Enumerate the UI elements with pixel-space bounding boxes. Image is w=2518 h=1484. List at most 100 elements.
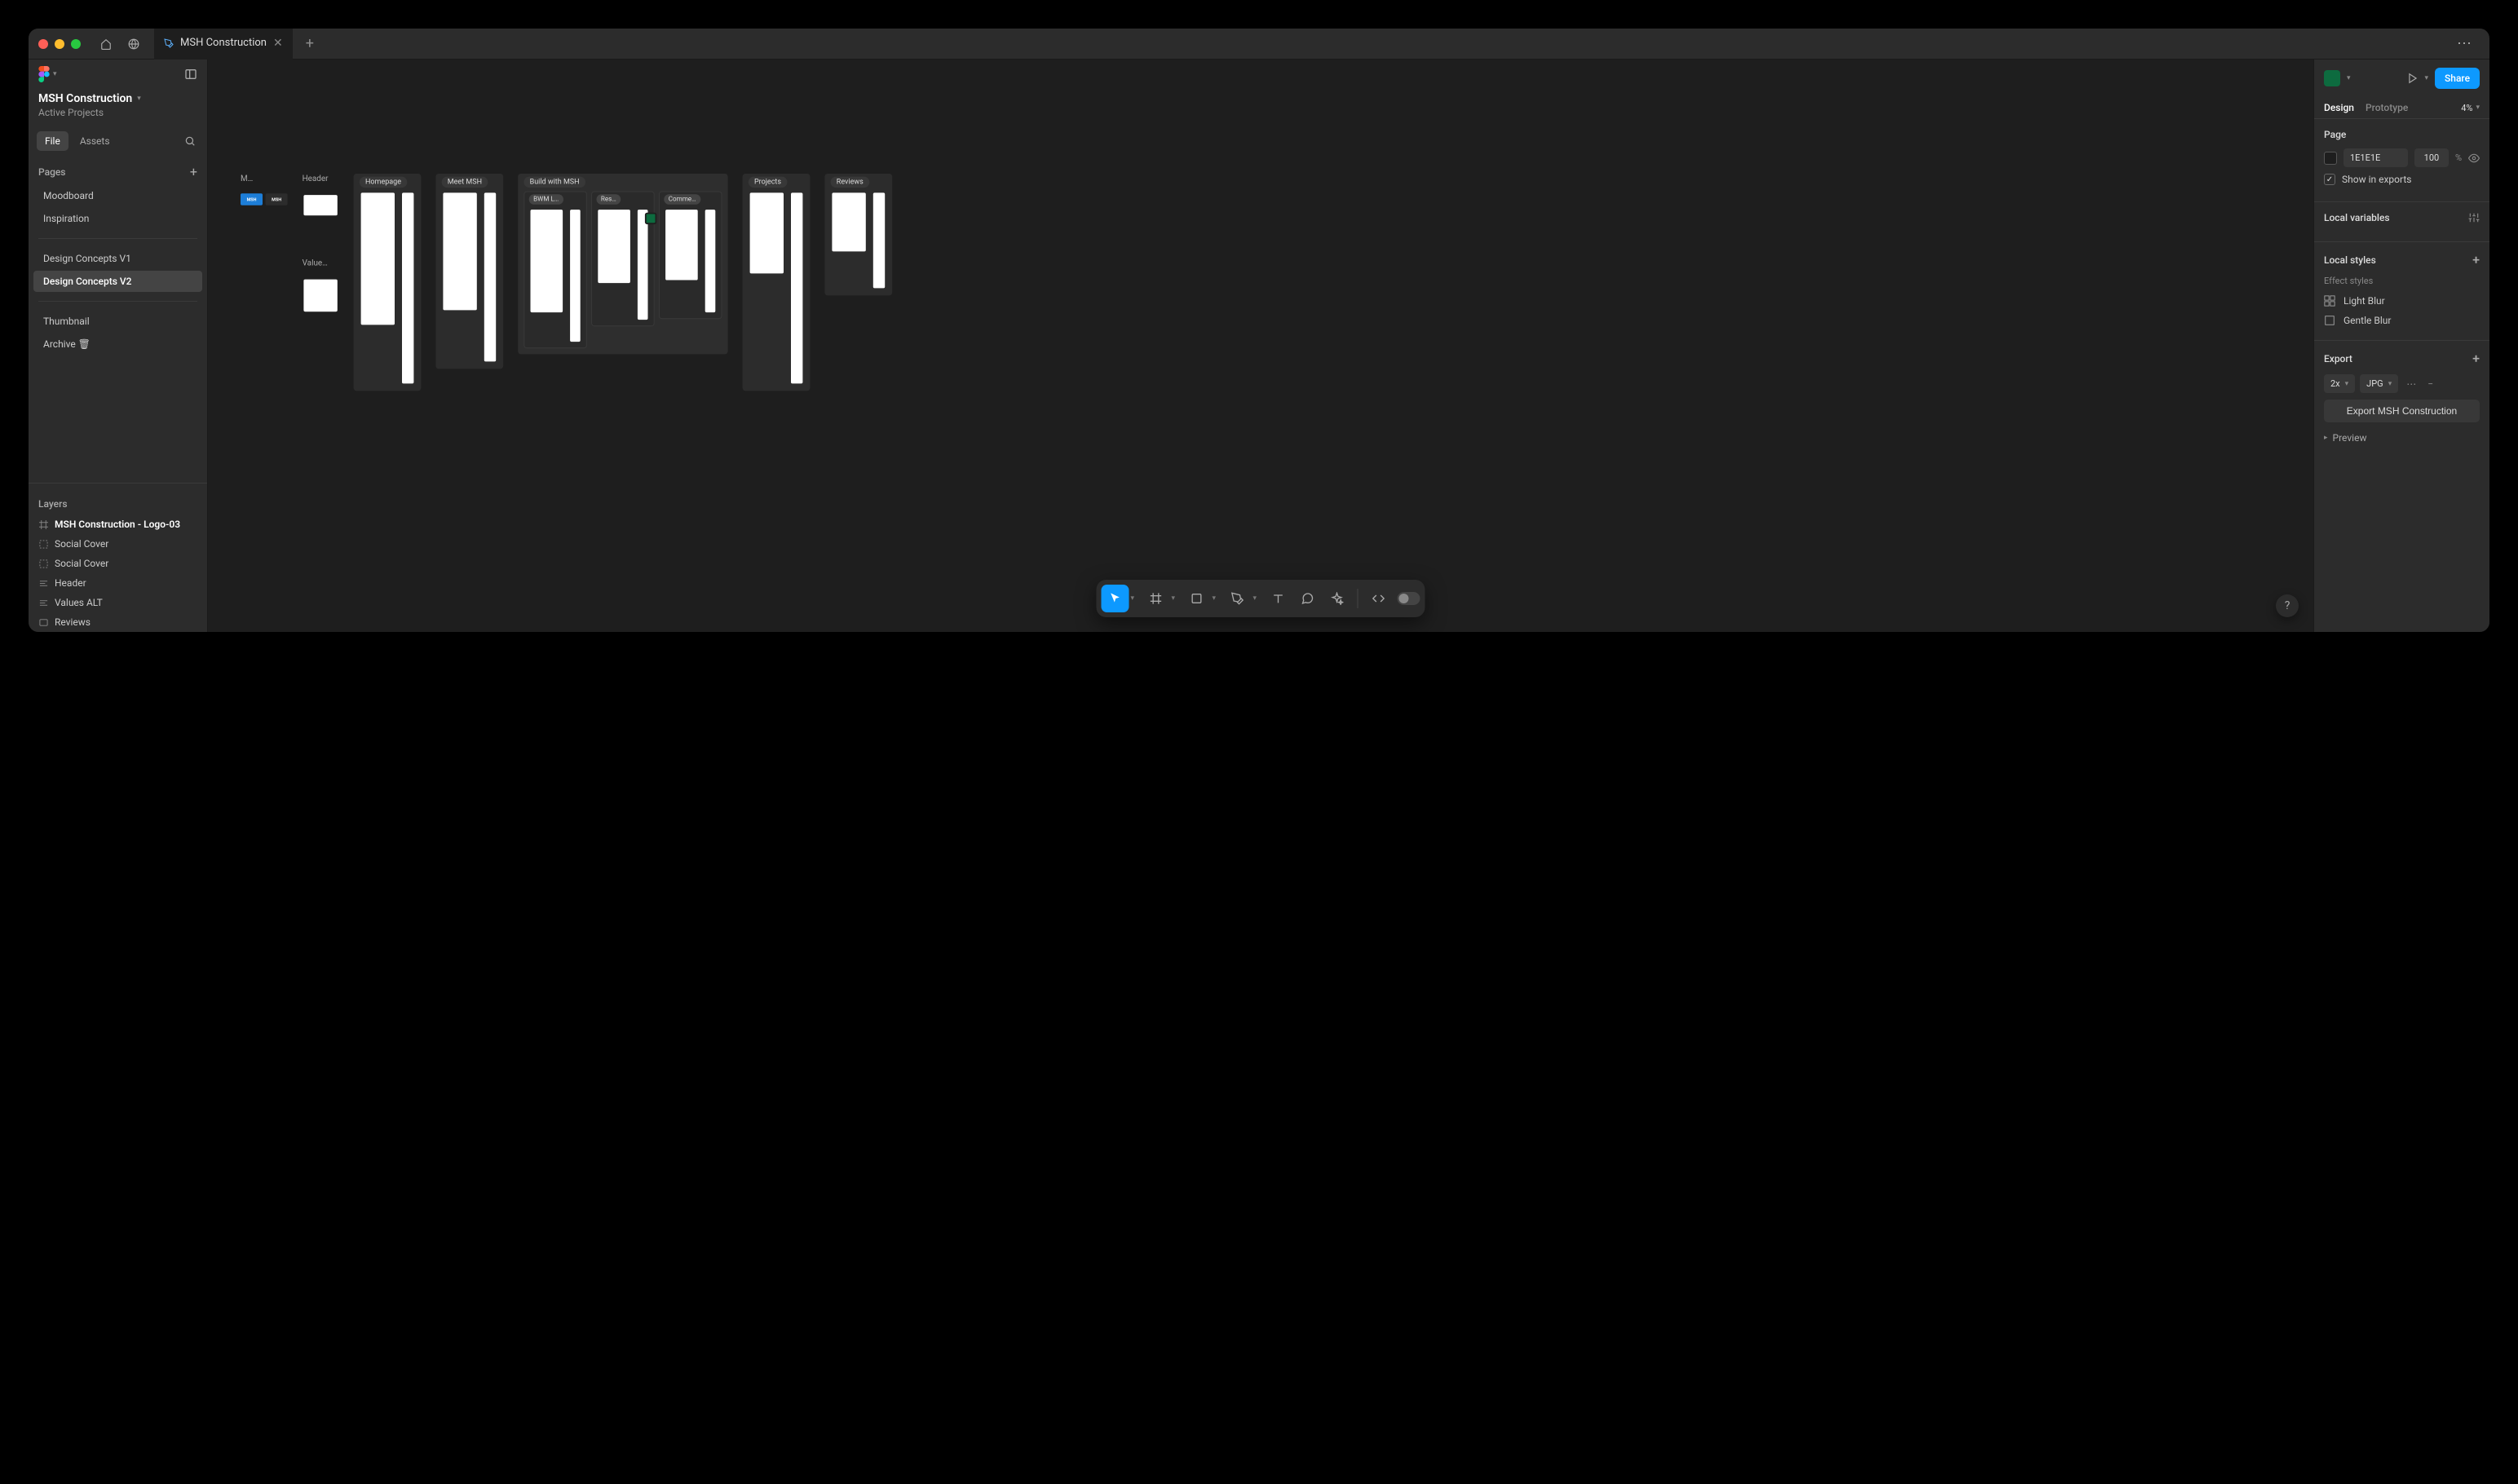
- file-tab[interactable]: MSH Construction ✕: [154, 29, 293, 60]
- export-options-button[interactable]: ⋯: [2403, 378, 2419, 390]
- frame-label[interactable]: Header: [303, 174, 339, 183]
- tool-move-chevron[interactable]: ▾: [1131, 594, 1141, 603]
- visibility-toggle[interactable]: [2468, 152, 2480, 164]
- frame-label[interactable]: M…: [241, 174, 288, 183]
- page-item[interactable]: Design Concepts V1: [33, 248, 202, 269]
- subsection-bwm[interactable]: BWM L…: [523, 192, 586, 349]
- layer-item[interactable]: Social Cover: [29, 554, 207, 573]
- add-page-button[interactable]: +: [190, 164, 197, 179]
- layer-item[interactable]: Social Cover: [29, 534, 207, 554]
- section-homepage[interactable]: Homepage: [354, 174, 422, 391]
- export-scale-select[interactable]: 2x▾: [2324, 374, 2355, 393]
- frame-label[interactable]: Value…: [303, 258, 339, 268]
- tool-shape-chevron[interactable]: ▾: [1213, 594, 1222, 603]
- tool-dev-mode[interactable]: [1365, 585, 1393, 612]
- tool-pen[interactable]: [1224, 585, 1252, 612]
- export-button[interactable]: Export MSH Construction: [2324, 400, 2480, 422]
- chevron-down-icon[interactable]: ▾: [2347, 74, 2351, 82]
- tab-design[interactable]: Design: [2324, 102, 2354, 113]
- section-projects[interactable]: Projects: [743, 174, 811, 391]
- section-reviews[interactable]: Reviews: [824, 174, 892, 295]
- frame-thumbnail[interactable]: [303, 280, 337, 312]
- dev-mode-toggle[interactable]: [1398, 592, 1420, 605]
- frame-thumbnail[interactable]: [484, 192, 496, 361]
- chevron-down-icon[interactable]: ▾: [2425, 74, 2429, 82]
- home-button[interactable]: [92, 33, 120, 55]
- preview-toggle[interactable]: ▸ Preview: [2324, 429, 2480, 447]
- window-menu-button[interactable]: ⋯: [2450, 35, 2480, 52]
- tool-shape[interactable]: [1183, 585, 1211, 612]
- tab-file[interactable]: File: [37, 131, 68, 151]
- frame-thumbnail[interactable]: [570, 210, 581, 342]
- tab-prototype[interactable]: Prototype: [2366, 102, 2408, 113]
- file-name-button[interactable]: MSH Construction ▾: [29, 89, 207, 107]
- canvas[interactable]: M… MSH MSH Header Value…: [208, 60, 2313, 632]
- collaborator-avatar[interactable]: [645, 213, 656, 224]
- add-style-button[interactable]: +: [2472, 252, 2480, 267]
- tool-frame[interactable]: [1142, 585, 1170, 612]
- new-tab-button[interactable]: +: [298, 35, 322, 52]
- page-bg-opacity-input[interactable]: 100: [2414, 148, 2449, 167]
- tab-close-button[interactable]: ✕: [273, 37, 283, 50]
- show-in-exports-checkbox[interactable]: [2324, 174, 2335, 185]
- page-bg-hex-input[interactable]: 1E1E1E: [2344, 148, 2408, 167]
- help-button[interactable]: ?: [2276, 594, 2299, 617]
- page-item[interactable]: Thumbnail: [33, 311, 202, 332]
- export-format-select[interactable]: JPG▾: [2360, 374, 2398, 393]
- variables-settings-button[interactable]: [2468, 212, 2480, 223]
- frame-thumbnail[interactable]: [873, 192, 885, 288]
- layer-item[interactable]: MSH Construction - Logo-03: [29, 515, 207, 534]
- frame-thumbnail[interactable]: [598, 210, 630, 283]
- pages-header[interactable]: Pages: [38, 166, 65, 178]
- present-button[interactable]: [2407, 73, 2419, 84]
- frame-thumbnail[interactable]: [303, 195, 337, 215]
- frame-thumbnail[interactable]: [665, 210, 698, 280]
- window-maximize-button[interactable]: [71, 39, 81, 49]
- frame-thumbnail[interactable]: [443, 192, 476, 310]
- export-remove-button[interactable]: −: [2424, 378, 2436, 390]
- panel-toggle-button[interactable]: [184, 68, 197, 81]
- frame-thumbnail[interactable]: [832, 192, 865, 251]
- project-name[interactable]: Active Projects: [29, 107, 207, 126]
- frame-thumbnail[interactable]: [638, 210, 648, 320]
- tab-assets[interactable]: Assets: [72, 131, 118, 151]
- style-item[interactable]: Gentle Blur: [2324, 311, 2480, 330]
- tool-frame-chevron[interactable]: ▾: [1172, 594, 1182, 603]
- share-button[interactable]: Share: [2435, 68, 2480, 89]
- style-item[interactable]: Light Blur: [2324, 291, 2480, 311]
- frame-logo-dark[interactable]: MSH: [266, 193, 288, 205]
- tool-actions[interactable]: [1323, 585, 1351, 612]
- layer-item[interactable]: Values ALT: [29, 593, 207, 612]
- window-close-button[interactable]: [38, 39, 48, 49]
- page-item-selected[interactable]: Design Concepts V2: [33, 271, 202, 292]
- page-bg-swatch[interactable]: [2324, 152, 2337, 165]
- page-item[interactable]: Archive 🗑: [33, 333, 202, 355]
- zoom-control[interactable]: 4% ▾: [2461, 103, 2480, 113]
- frame-thumbnail[interactable]: [402, 192, 413, 383]
- frame-logo-blue[interactable]: MSH: [241, 193, 263, 205]
- tool-text[interactable]: [1265, 585, 1292, 612]
- section-meet-msh[interactable]: Meet MSH: [435, 174, 503, 369]
- layer-item[interactable]: Header: [29, 573, 207, 593]
- tool-comment[interactable]: [1294, 585, 1322, 612]
- tool-pen-chevron[interactable]: ▾: [1253, 594, 1263, 603]
- frame-thumbnail[interactable]: [705, 210, 716, 312]
- community-button[interactable]: [120, 33, 148, 55]
- frame-thumbnail[interactable]: [531, 210, 563, 312]
- add-export-button[interactable]: +: [2472, 351, 2480, 366]
- figma-menu-button[interactable]: ▾: [38, 66, 57, 82]
- tool-move[interactable]: [1102, 585, 1129, 612]
- search-button[interactable]: [181, 132, 199, 150]
- subsection-residential[interactable]: Res…: [591, 192, 654, 327]
- frame-thumbnail[interactable]: [750, 192, 784, 273]
- frame-thumbnail[interactable]: [791, 192, 802, 383]
- page-item[interactable]: Moodboard: [33, 185, 202, 206]
- layers-header[interactable]: Layers: [38, 498, 68, 510]
- user-avatar[interactable]: [2324, 70, 2340, 86]
- section-build-with-msh[interactable]: Build with MSH BWM L… Res…: [518, 174, 727, 354]
- window-minimize-button[interactable]: [55, 39, 64, 49]
- frame-thumbnail[interactable]: [361, 192, 395, 325]
- subsection-commercial[interactable]: Comme…: [659, 192, 722, 320]
- layer-item[interactable]: Reviews: [29, 612, 207, 632]
- page-item[interactable]: Inspiration: [33, 208, 202, 229]
